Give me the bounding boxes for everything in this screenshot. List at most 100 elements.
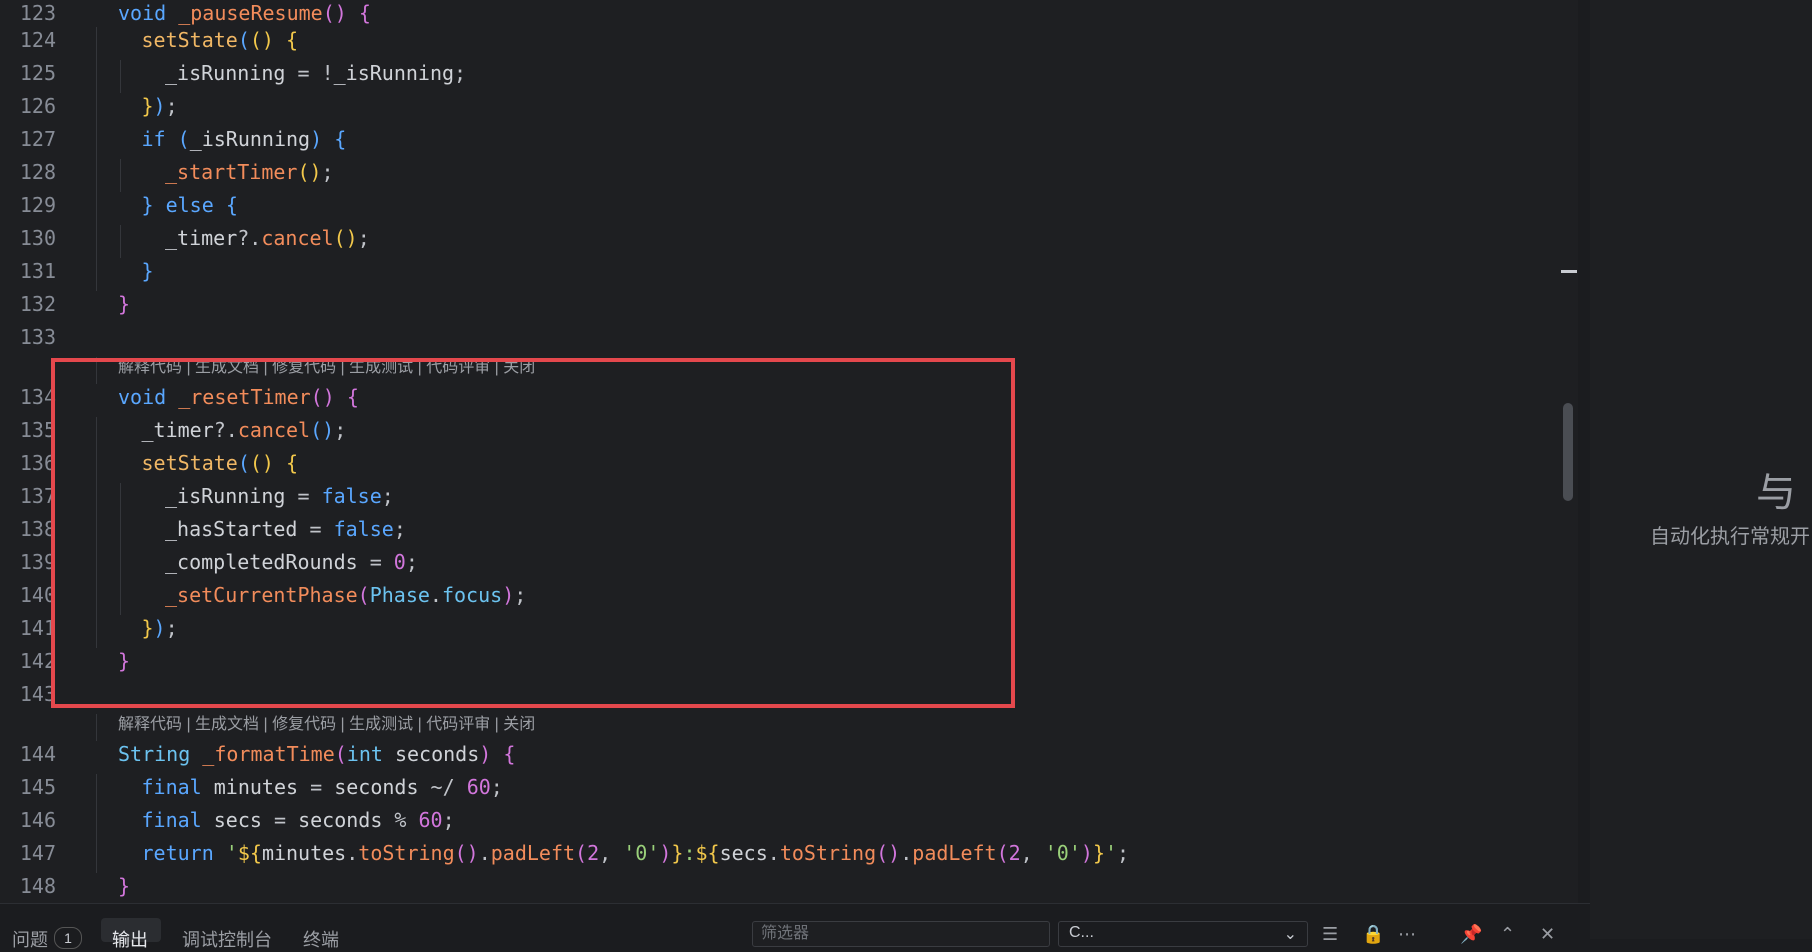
code-text: _isRunning = false;	[165, 484, 394, 508]
code-line: 137 _isRunning = false;	[0, 483, 1560, 516]
indent-guide	[119, 60, 121, 93]
codelens-actions[interactable]: 解释代码 | 生成文档 | 修复代码 | 生成测试 | 代码评审 | 关闭	[118, 714, 535, 736]
side-panel-text: 自动化执行常规开	[1650, 526, 1810, 548]
code-text: return '${minutes.toString().padLeft(2, …	[141, 841, 1130, 865]
code-line: 133	[0, 324, 1560, 357]
line-number: 145	[19, 775, 56, 799]
indent-guide	[96, 549, 97, 582]
indent-guide	[96, 258, 97, 291]
indent-guide	[96, 483, 97, 516]
line-number: 142	[19, 649, 56, 673]
line-number: 134	[19, 385, 56, 409]
close-icon[interactable]: ✕	[1540, 924, 1555, 945]
code-line: 140 _setCurrentPhase(Phase.focus);	[0, 582, 1560, 615]
tab-debug-console[interactable]: 调试控制台	[182, 926, 272, 952]
line-number: 139	[19, 550, 56, 574]
code-text: void _pauseResume() {	[118, 1, 371, 25]
channel-select-value: C...	[1069, 924, 1094, 941]
code-text: _completedRounds = 0;	[165, 550, 418, 574]
code-text: final minutes = seconds ~/ 60;	[141, 775, 503, 799]
code-editor[interactable]: 123 void _pauseResume() { 124 setState(() {…	[0, 0, 1578, 903]
filter-input[interactable]	[752, 921, 1050, 947]
chevron-up-icon[interactable]: ⌃	[1500, 924, 1515, 945]
indent-guide	[96, 60, 97, 93]
code-text: setState(() {	[141, 28, 299, 52]
code-text: });	[141, 616, 178, 640]
tab-output[interactable]: 输出	[112, 926, 148, 952]
more-icon[interactable]: ⋯	[1398, 924, 1416, 945]
side-panel-glyph: 与	[1756, 470, 1796, 516]
line-number: 143	[19, 682, 56, 706]
indent-guide	[96, 192, 97, 225]
lock-icon[interactable]: 🔒	[1362, 924, 1384, 945]
tab-problems[interactable]: 问题	[12, 926, 48, 952]
code-line: 132}	[0, 291, 1560, 324]
line-number: 141	[19, 616, 56, 640]
code-line: 134 void _resetTimer() {	[0, 384, 1560, 417]
code-text: setState(() {	[141, 451, 299, 475]
code-line: 139 _completedRounds = 0;	[0, 549, 1560, 582]
indent-guide	[119, 483, 121, 516]
indent-guide	[96, 516, 97, 549]
code-text: _hasStarted = false;	[165, 517, 406, 541]
code-lines: 123 void _pauseResume() { 124 setState(() {…	[0, 0, 1560, 903]
code-line: 123 void _pauseResume() {	[0, 0, 1560, 27]
tab-terminal[interactable]: 终端	[303, 926, 339, 952]
line-number: 138	[19, 517, 56, 541]
code-line: 125 _isRunning = !_isRunning;	[0, 60, 1560, 93]
indent-guide	[96, 774, 97, 807]
indent-guide	[96, 807, 97, 840]
code-text: _timer?.cancel();	[165, 226, 370, 250]
code-line: 129 } else {	[0, 192, 1560, 225]
line-number: 148	[19, 874, 56, 898]
scrollbar-thumb[interactable]	[1563, 403, 1573, 501]
code-text: final secs = seconds % 60;	[141, 808, 455, 832]
code-text: _setCurrentPhase(Phase.focus);	[165, 583, 527, 607]
code-line: 131}	[0, 258, 1560, 291]
pin-icon[interactable]: 📌	[1460, 924, 1482, 945]
line-number: 125	[19, 61, 56, 85]
indent-guide	[96, 417, 97, 450]
code-text: if (_isRunning) {	[141, 127, 347, 151]
list-icon[interactable]: ☰	[1322, 924, 1338, 945]
indent-guide	[96, 27, 97, 60]
code-line: 147 return '${minutes.toString().padLeft(…	[0, 840, 1560, 873]
line-number: 131	[19, 259, 56, 283]
indent-guide	[96, 840, 97, 873]
line-number: 135	[19, 418, 56, 442]
code-line: 138 _hasStarted = false;	[0, 516, 1560, 549]
code-line: 136 setState(() {	[0, 450, 1560, 483]
line-number: 124	[19, 28, 56, 52]
codelens-actions[interactable]: 解释代码 | 生成文档 | 修复代码 | 生成测试 | 代码评审 | 关闭	[118, 357, 535, 379]
code-text: _isRunning = !_isRunning;	[165, 61, 467, 85]
line-number: 129	[19, 193, 56, 217]
indent-guide	[119, 159, 121, 192]
indent-guide	[119, 549, 121, 582]
code-line: 143	[0, 681, 1560, 714]
indent-guide	[96, 450, 97, 483]
code-text: void _resetTimer() {	[118, 385, 359, 409]
line-number: 140	[19, 583, 56, 607]
output-channel-select[interactable]: C... ⌄	[1058, 921, 1308, 947]
line-number: 146	[19, 808, 56, 832]
code-line: 145 final minutes = seconds ~/ 60;	[0, 774, 1560, 807]
code-text: }	[118, 649, 131, 673]
code-text: } else {	[141, 193, 238, 217]
line-number: 144	[19, 742, 56, 766]
code-line: 135 _timer?.cancel();	[0, 417, 1560, 450]
indent-guide	[119, 225, 121, 258]
problems-count-badge: 1	[54, 927, 82, 949]
code-line: 141});	[0, 615, 1560, 648]
codelens-row: 解释代码 | 生成文档 | 修复代码 | 生成测试 | 代码评审 | 关闭	[0, 357, 1560, 384]
line-number: 128	[19, 160, 56, 184]
code-text: }	[118, 292, 131, 316]
code-text: _timer?.cancel();	[141, 418, 347, 442]
line-number: 123	[19, 1, 56, 25]
line-number: 133	[19, 325, 56, 349]
chevron-down-icon: ⌄	[1283, 926, 1297, 943]
code-line: 146 final secs = seconds % 60;	[0, 807, 1560, 840]
code-line: 128 _startTimer();	[0, 159, 1560, 192]
indent-guide	[119, 582, 121, 615]
indent-guide	[96, 225, 97, 258]
code-text: String _formatTime(int seconds) {	[118, 742, 516, 766]
